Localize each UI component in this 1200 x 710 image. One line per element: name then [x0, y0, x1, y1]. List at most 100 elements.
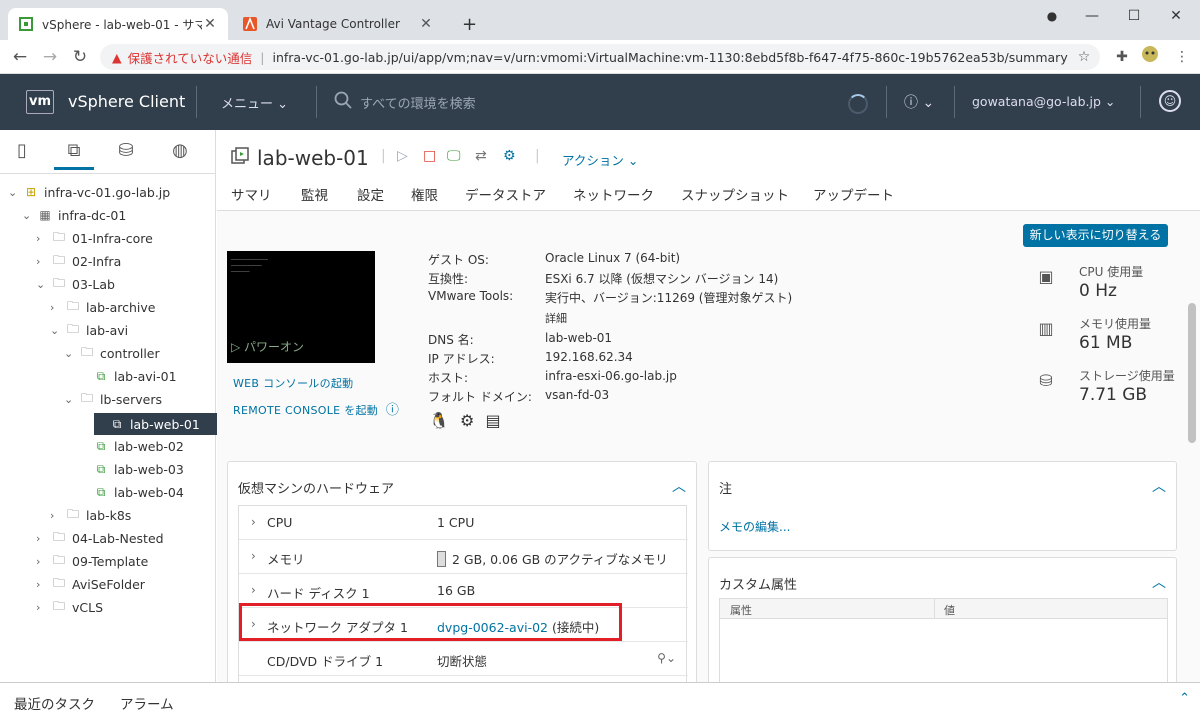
bookmark-star-icon[interactable]: ☆: [1072, 45, 1096, 69]
tree-item-infra-dc-01[interactable]: ⌄ ▦ infra-dc-01: [22, 205, 126, 225]
tab-4[interactable]: データストア: [465, 184, 546, 210]
power-off-icon[interactable]: □: [423, 148, 436, 164]
tree-item-lab-web-04[interactable]: ⧉ lab-web-04: [78, 482, 184, 502]
tree-item-vcls[interactable]: › 🗀 vCLS: [36, 598, 103, 618]
browser-menu-icon[interactable]: ⋮: [1170, 45, 1194, 69]
edit-notes-link[interactable]: メモの編集...: [719, 518, 790, 535]
close-tab-icon[interactable]: ✕: [202, 16, 218, 32]
tab-0[interactable]: サマリ: [231, 184, 272, 213]
minimize-icon[interactable]: —: [1072, 4, 1112, 28]
close-tab-icon[interactable]: ✕: [418, 16, 434, 32]
tree-item-04-lab-nested[interactable]: › 🗀 04-Lab-Nested: [36, 529, 164, 549]
tree-item-01-infra-core[interactable]: › 🗀 01-Infra-core: [36, 228, 153, 248]
hardware-row[interactable]: › メモリ 2 GB, 0.06 GB のアクティブなメモリ: [239, 540, 688, 574]
tree-item-lab-web-02[interactable]: ⧉ lab-web-02: [78, 436, 184, 456]
back-icon[interactable]: ←: [8, 45, 32, 69]
tab-1[interactable]: 監視: [301, 184, 328, 210]
tree-item-lb-servers[interactable]: ⌄ 🗀 lb-servers: [64, 390, 162, 410]
chevron-down-icon[interactable]: ⌄: [8, 186, 22, 199]
tree-item-avisefolder[interactable]: › 🗀 AviSeFolder: [36, 575, 145, 595]
tree-item-lab-k8s[interactable]: › 🗀 lab-k8s: [50, 505, 131, 525]
global-search-input[interactable]: すべての環境を検索: [334, 90, 734, 114]
hosts-clusters-tab-icon[interactable]: ▯: [2, 136, 42, 170]
profile-dropdown-icon[interactable]: ●: [1032, 4, 1072, 28]
chevron-right-icon[interactable]: ›: [251, 515, 256, 529]
chevron-right-icon[interactable]: ›: [50, 509, 64, 522]
snapshot-icon[interactable]: ⚙: [503, 148, 516, 164]
web-console-link[interactable]: WEB コンソールの起動: [233, 375, 353, 391]
storage-tab-icon[interactable]: ⛁: [106, 136, 146, 170]
column-header-attribute[interactable]: 属性: [730, 602, 752, 618]
console-icon[interactable]: 🖵: [447, 148, 461, 164]
extensions-icon[interactable]: ✚: [1110, 45, 1134, 69]
chevron-up-icon[interactable]: ︿: [672, 476, 686, 496]
tab-3[interactable]: 権限: [411, 184, 438, 210]
details-link[interactable]: 詳細: [545, 310, 567, 326]
tree-item-02-infra[interactable]: › 🗀 02-Infra: [36, 251, 121, 271]
tree-item-lab-avi-01[interactable]: ⧉ lab-avi-01: [78, 367, 177, 387]
alarms-tab[interactable]: アラーム: [120, 693, 174, 710]
tab-6[interactable]: スナップショット: [681, 184, 789, 210]
tab-5[interactable]: ネットワーク: [573, 184, 654, 210]
chevron-right-icon[interactable]: ›: [36, 255, 50, 268]
expand-panel-icon[interactable]: ⌃: [1179, 691, 1190, 706]
vmware-logo: vm: [26, 90, 54, 114]
menu-button[interactable]: メニュー ⌄: [221, 93, 288, 112]
info-label: ホスト:: [428, 371, 469, 385]
column-header-value[interactable]: 値: [944, 602, 955, 618]
chevron-right-icon[interactable]: ›: [36, 232, 50, 245]
migrate-icon[interactable]: ⇄: [475, 148, 487, 164]
chevron-down-icon[interactable]: ⌄: [22, 209, 36, 222]
close-window-icon[interactable]: ✕: [1156, 4, 1196, 28]
content-scrollbar[interactable]: [1188, 303, 1196, 443]
info-icon[interactable]: ⓘ: [386, 403, 399, 418]
chevron-right-icon[interactable]: ›: [36, 578, 50, 591]
chevron-down-icon[interactable]: ⌄: [50, 324, 64, 337]
browser-tab-avi[interactable]: Avi Vantage Controller ✕: [232, 8, 444, 40]
help-menu[interactable]: ⓘ ⌄: [904, 92, 934, 112]
tree-item-controller[interactable]: ⌄ 🗀 controller: [64, 344, 160, 364]
chevron-up-icon[interactable]: ︿: [1152, 572, 1166, 592]
remote-console-link[interactable]: REMOTE CONSOLE を起動 ⓘ: [233, 399, 399, 418]
new-tab-button[interactable]: +: [452, 8, 482, 40]
browser-tab-vsphere[interactable]: vSphere - lab-web-01 - サマリ ✕: [8, 8, 228, 40]
reload-icon[interactable]: ↻: [68, 45, 92, 69]
tree-item-lab-avi[interactable]: ⌄ 🗀 lab-avi: [50, 321, 128, 341]
chevron-right-icon[interactable]: ›: [251, 583, 256, 597]
info-value: ESXi 6.7 以降 (仮想マシン バージョン 14): [545, 272, 779, 286]
hardware-row[interactable]: › CPU 1 CPU: [239, 506, 688, 540]
actions-menu[interactable]: アクション ⌄: [562, 150, 638, 169]
chevron-down-icon[interactable]: ⌄: [64, 393, 78, 406]
feedback-smiley-icon[interactable]: ☺: [1159, 90, 1181, 112]
switch-view-button[interactable]: 新しい表示に切り替える: [1023, 224, 1168, 247]
power-on-icon[interactable]: ▷: [397, 148, 408, 164]
chevron-up-icon[interactable]: ︿: [1152, 476, 1166, 496]
cd-connect-dropdown-icon[interactable]: ⚲⌄: [657, 651, 676, 665]
forward-icon[interactable]: →: [38, 45, 62, 69]
maximize-icon[interactable]: ☐: [1114, 4, 1154, 28]
recent-tasks-tab[interactable]: 最近のタスク: [14, 693, 95, 710]
chevron-right-icon[interactable]: ›: [36, 555, 50, 568]
user-menu[interactable]: gowatana@go-lab.jp ⌄: [972, 94, 1115, 109]
tree-item-lab-web-01[interactable]: ⧉ lab-web-01: [94, 413, 232, 435]
tree-item-09-template[interactable]: › 🗀 09-Template: [36, 552, 148, 572]
chevron-right-icon[interactable]: ›: [50, 301, 64, 314]
chevron-right-icon[interactable]: ›: [36, 601, 50, 614]
tab-7[interactable]: アップデート: [813, 184, 894, 210]
tree-item-infra-vc-01-go-lab-jp[interactable]: ⌄ ⊞ infra-vc-01.go-lab.jp: [8, 182, 170, 202]
vm-console-thumbnail[interactable]: ▁▁▁▁▁▁▁▁▁▁▁▁ ▁▁▁▁▁▁▁▁▁▁ ▁▁▁▁▁▁ ▷ パワーオン: [227, 251, 375, 363]
address-bar[interactable]: ▲ 保護されていない通信 | infra-vc-01.go-lab.jp/ui/…: [100, 44, 1100, 70]
chevron-right-icon[interactable]: ›: [36, 532, 50, 545]
tree-item-lab-web-03[interactable]: ⧉ lab-web-03: [78, 459, 184, 479]
tree-item-label: 04-Lab-Nested: [72, 531, 164, 546]
chevron-down-icon[interactable]: ⌄: [64, 347, 78, 360]
tree-item-lab-archive[interactable]: › 🗀 lab-archive: [50, 298, 155, 318]
vms-templates-tab-icon[interactable]: ⧉: [54, 136, 94, 170]
hardware-row[interactable]: CD/DVD ドライブ 1 切断状態 ⚲⌄: [239, 642, 688, 676]
tab-2[interactable]: 設定: [357, 184, 384, 210]
networking-tab-icon[interactable]: ◍: [160, 136, 200, 170]
chevron-down-icon[interactable]: ⌄: [36, 278, 50, 291]
profile-avatar-icon[interactable]: [1138, 45, 1162, 69]
tree-item-03-lab[interactable]: ⌄ 🗀 03-Lab: [36, 274, 115, 294]
chevron-right-icon[interactable]: ›: [251, 549, 256, 563]
